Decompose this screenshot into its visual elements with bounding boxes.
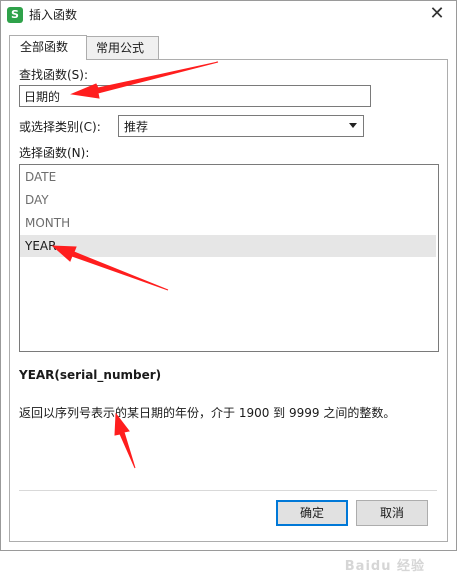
cancel-button[interactable]: 取消 xyxy=(356,500,428,526)
list-item[interactable]: DATE xyxy=(20,166,436,188)
divider xyxy=(19,490,437,491)
category-select[interactable]: 推荐 xyxy=(118,115,364,137)
dialog-title: 插入函数 xyxy=(29,8,78,22)
function-list[interactable]: DATE DAY MONTH YEAR xyxy=(19,164,439,352)
watermark: Baidu 经验 xyxy=(344,559,425,574)
function-description: 返回以序列号表示的某日期的年份，介于 1900 到 9999 之间的整数。 xyxy=(19,406,396,420)
title-bar: S 插入函数 ✕ xyxy=(1,1,456,29)
close-icon: ✕ xyxy=(429,3,445,24)
category-label: 或选择类别(C): xyxy=(19,120,101,134)
function-signature: YEAR(serial_number) xyxy=(19,368,162,382)
tab-all-functions[interactable]: 全部函数 xyxy=(9,35,87,60)
search-input[interactable] xyxy=(19,85,371,107)
ok-button[interactable]: 确定 xyxy=(276,500,348,526)
tab-common-formulas[interactable]: 常用公式 xyxy=(85,36,159,59)
close-button[interactable]: ✕ xyxy=(424,3,450,25)
spreadsheet-app-icon: S xyxy=(7,7,23,23)
list-item-selected[interactable]: YEAR xyxy=(20,235,436,257)
list-item[interactable]: DAY xyxy=(20,189,436,211)
search-label: 查找函数(S): xyxy=(19,68,89,82)
insert-function-dialog: S 插入函数 ✕ 全部函数 常用公式 查找函数(S): 或选择类别(C): 推荐… xyxy=(0,0,457,574)
function-list-label: 选择函数(N): xyxy=(19,146,90,160)
list-item[interactable]: MONTH xyxy=(20,212,436,234)
dropdown-arrow-icon xyxy=(349,123,357,128)
category-selected-value: 推荐 xyxy=(124,120,149,134)
tab-panel: 查找函数(S): 或选择类别(C): 推荐 选择函数(N): DATE DAY … xyxy=(9,59,448,574)
